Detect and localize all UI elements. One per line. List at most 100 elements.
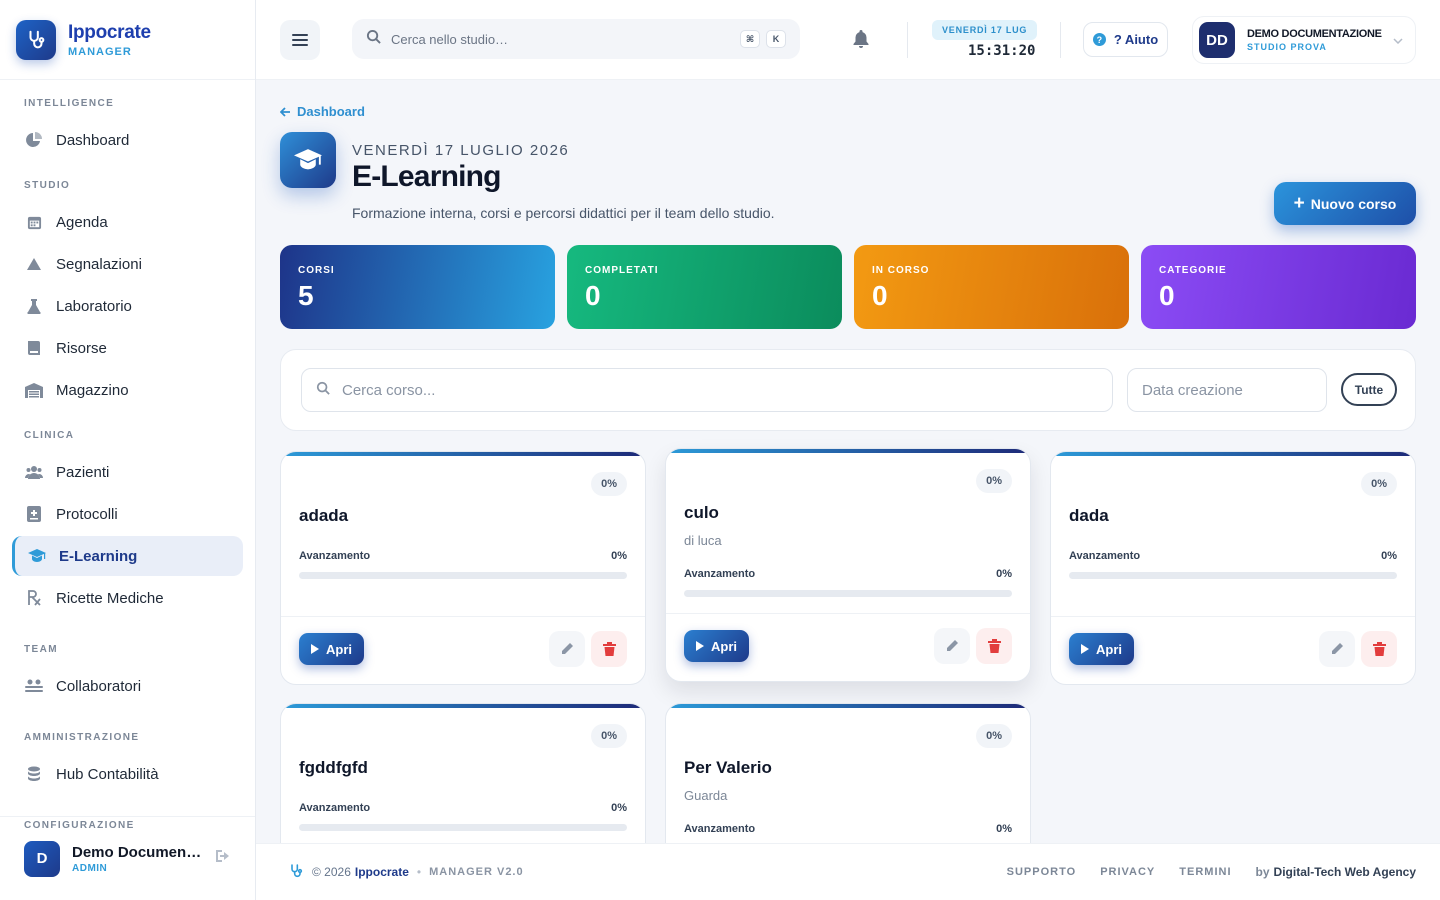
nav-section-amministrazione: AMMINISTRAZIONE <box>24 732 140 743</box>
edit-button[interactable] <box>549 631 585 667</box>
clock: 15:31:20 <box>968 43 1036 59</box>
sidebar-item-protocolli[interactable]: Protocolli <box>12 494 243 534</box>
help-icon: ? <box>1092 33 1106 46</box>
progress-label: Avanzamento <box>684 823 756 835</box>
sidebar-item-label: Collaboratori <box>56 677 142 695</box>
footer-link-privacy[interactable]: PRIVACY <box>1100 866 1155 878</box>
nav-section-intelligence: INTELLIGENCE <box>24 98 115 109</box>
progress-bar <box>299 824 627 831</box>
progress-badge: 0% <box>1361 472 1397 496</box>
sidebar-item-pazienti[interactable]: Pazienti <box>12 452 243 492</box>
sidebar-item-collaboratori[interactable]: Collaboratori <box>12 666 243 706</box>
trash-icon <box>987 639 1001 653</box>
sidebar-item-laboratorio[interactable]: Laboratorio <box>12 286 243 326</box>
footer-link-supporto[interactable]: SUPPORTO <box>1007 866 1077 878</box>
footer-logo-icon <box>288 863 304 882</box>
arrow-left-icon <box>280 106 290 117</box>
sidebar-item-label: Laboratorio <box>56 297 132 315</box>
book-icon <box>24 338 44 358</box>
progress-badge: 0% <box>591 472 627 496</box>
page-date: VENERDÌ 17 LUGLIO 2026 <box>352 142 570 159</box>
sidebar-item-ricette-mediche[interactable]: Ricette Mediche <box>12 578 243 618</box>
course-search-input[interactable]: Cerca corso... <box>301 368 1113 412</box>
open-course-button[interactable]: Apri <box>1069 633 1134 665</box>
stat-value: 0 <box>1159 280 1175 311</box>
course-card: 0% adada Avanzamento 0% Apri <box>280 451 646 685</box>
progress-value: 0% <box>611 802 627 814</box>
stat-value: 0 <box>585 280 601 311</box>
footer-link-termini[interactable]: TERMINI <box>1179 866 1231 878</box>
progress-value: 0% <box>1381 550 1397 562</box>
sidebar-item-agenda[interactable]: Agenda <box>12 202 243 242</box>
sidebar-item-hub-contabilita[interactable]: Hub Contabilità <box>12 754 243 794</box>
sidebar-item-risorse[interactable]: Risorse <box>12 328 243 368</box>
progress-label: Avanzamento <box>684 568 756 580</box>
new-course-button[interactable]: + Nuovo corso <box>1274 182 1416 225</box>
open-course-button[interactable]: Apri <box>684 630 749 662</box>
delete-button[interactable] <box>976 628 1012 664</box>
divider <box>1060 22 1061 58</box>
stat-label: CORSI <box>298 265 335 276</box>
pencil-icon <box>1332 643 1343 654</box>
sidebar-item-label: Segnalazioni <box>56 255 142 273</box>
sidebar-user[interactable]: D Demo Documentazione ADMIN <box>0 816 255 900</box>
sidebar-item-label: Agenda <box>56 213 108 231</box>
edit-button[interactable] <box>934 628 970 664</box>
edit-button[interactable] <box>1319 631 1355 667</box>
delete-button[interactable] <box>591 631 627 667</box>
progress-label: Avanzamento <box>299 802 371 814</box>
user-menu[interactable]: DD DEMO DOCUMENTAZIONE STUDIO PROVA <box>1192 16 1416 64</box>
sidebar-item-magazzino[interactable]: Magazzino <box>12 370 243 410</box>
bell-icon[interactable] <box>853 30 869 53</box>
avatar: DD <box>1199 22 1235 58</box>
sidebar-user-role: ADMIN <box>72 862 108 874</box>
creation-date-field[interactable]: Data creazione <box>1127 368 1327 412</box>
sidebar-item-label: Pazienti <box>56 463 110 481</box>
progress-label: Avanzamento <box>299 550 371 562</box>
pencil-icon <box>947 640 958 651</box>
footer-agency-link[interactable]: Digital-Tech Web Agency <box>1274 865 1416 879</box>
search-icon <box>366 29 381 49</box>
play-icon <box>311 644 319 654</box>
sidebar-item-label: Ricette Mediche <box>56 589 164 607</box>
sidebar-item-segnalazioni[interactable]: Segnalazioni <box>12 244 243 284</box>
footer-brand: Ippocrate <box>354 865 409 879</box>
footer: © 2026 Ippocrate • MANAGER V2.0 SUPPORTO… <box>256 843 1440 900</box>
progress-value: 0% <box>996 568 1012 580</box>
open-course-button[interactable]: Apri <box>299 633 364 665</box>
sidebar-user-name: Demo Documentazione <box>72 843 206 861</box>
global-search-input[interactable]: Cerca nello studio… ⌘ K <box>352 19 800 59</box>
menu-toggle-button[interactable] <box>280 20 320 60</box>
divider <box>907 22 908 58</box>
sidebar-item-label: Magazzino <box>56 381 129 399</box>
course-card: 0% dada Avanzamento 0% Apri <box>1050 451 1416 685</box>
course-author: Guarda <box>684 788 728 803</box>
delete-button[interactable] <box>1361 631 1397 667</box>
brand[interactable]: Ippocrate MANAGER <box>0 0 255 80</box>
avatar: D <box>24 840 60 877</box>
brand-name: Ippocrate <box>68 21 151 43</box>
progress-bar <box>684 590 1012 597</box>
progress-badge: 0% <box>976 469 1012 493</box>
course-title: adada <box>299 506 349 525</box>
sidebar-item-label: Dashboard <box>56 131 130 149</box>
hamburger-icon <box>292 34 308 46</box>
nav-section-clinica: CLINICA <box>24 430 75 441</box>
chevron-down-icon <box>1393 31 1403 49</box>
sidebar-item-e-learning[interactable]: E-Learning <box>12 536 243 576</box>
filter-all-button[interactable]: Tutte <box>1341 373 1397 406</box>
course-search-placeholder: Cerca corso... <box>342 381 436 399</box>
back-link[interactable]: Dashboard <box>280 104 365 119</box>
pencil-icon <box>562 643 573 654</box>
stat-card-completati: COMPLETATI 0 <box>567 245 842 329</box>
users-icon <box>24 462 44 482</box>
stat-label: CATEGORIE <box>1159 265 1227 276</box>
progress-badge: 0% <box>976 724 1012 748</box>
help-button[interactable]: ? ? Aiuto <box>1083 22 1168 57</box>
stat-label: COMPLETATI <box>585 265 659 276</box>
stat-value: 5 <box>298 280 314 311</box>
logout-icon[interactable] <box>215 849 231 868</box>
course-title: Per Valerio <box>684 758 772 777</box>
sidebar-item-label: Hub Contabilità <box>56 765 159 783</box>
sidebar-item-dashboard[interactable]: Dashboard <box>12 120 243 160</box>
